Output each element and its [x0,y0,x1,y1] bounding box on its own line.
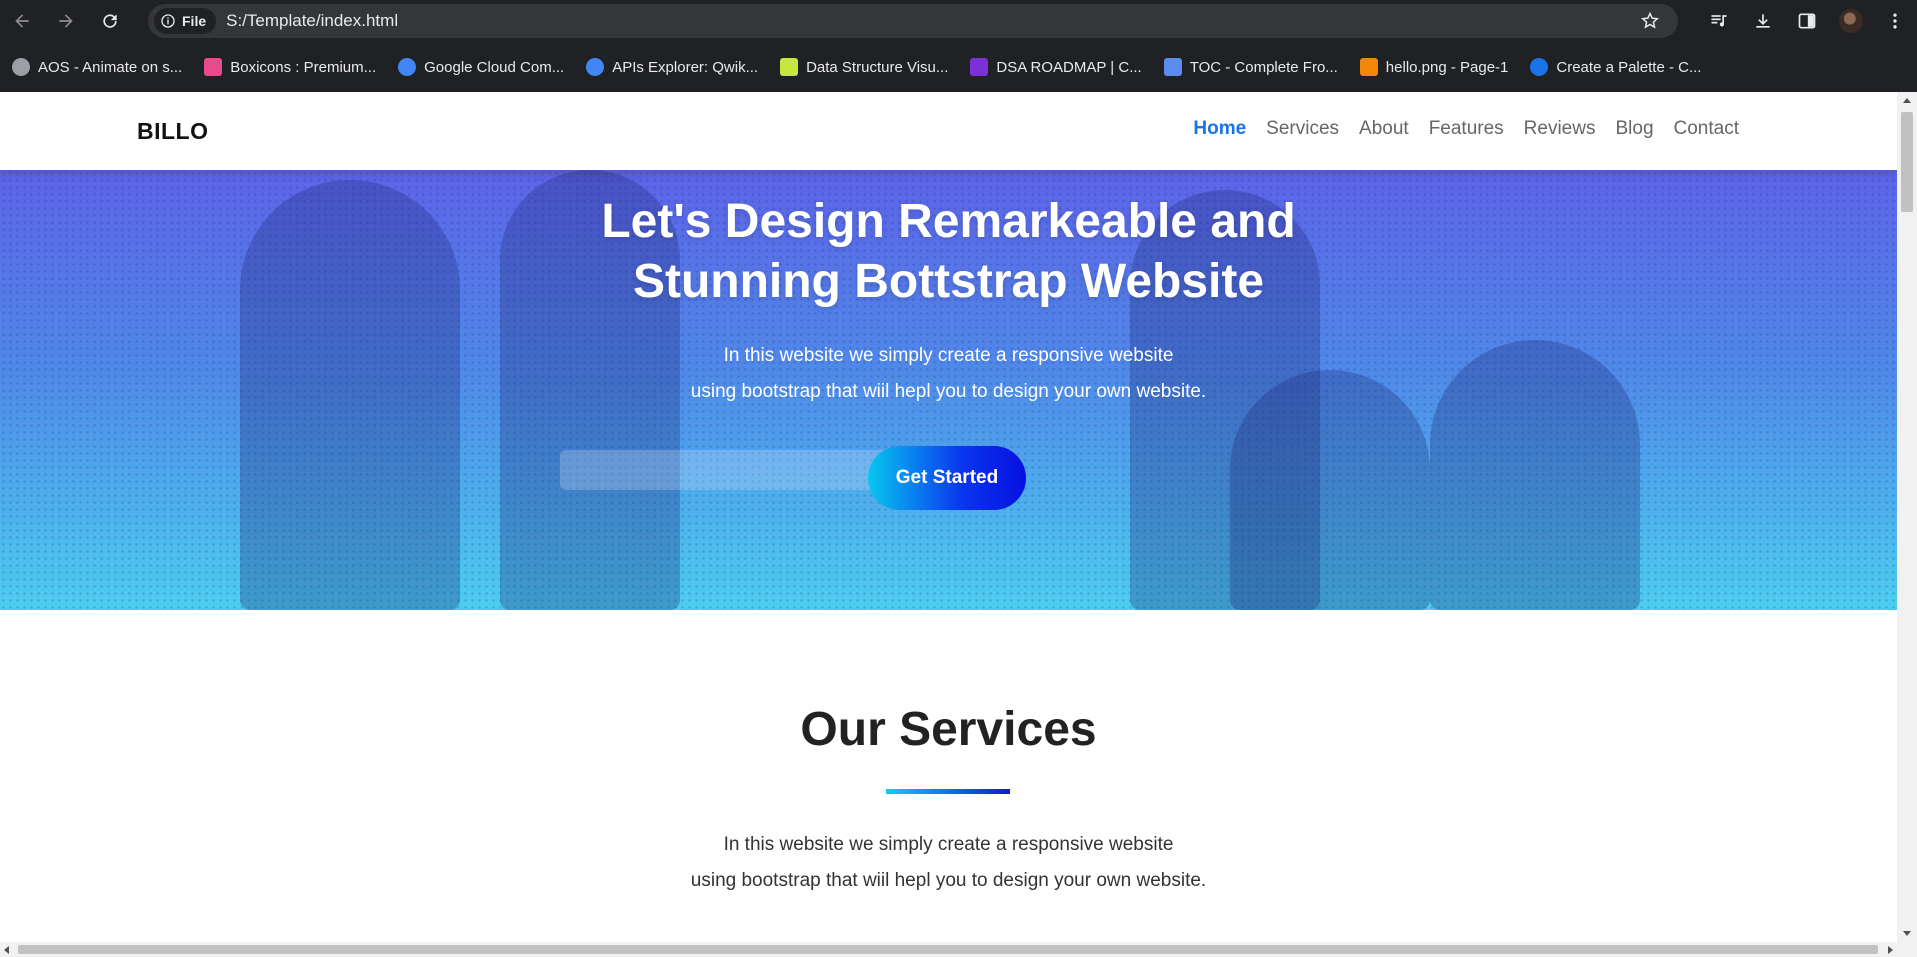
page-viewport: BILLO Home Services About Features Reviews Bl… [0,92,1897,942]
scroll-up-arrow-icon[interactable] [1903,98,1911,103]
get-started-button[interactable]: Get Started [868,446,1026,510]
vertical-scrollbar[interactable] [1897,92,1917,942]
site-info-chip[interactable]: File [154,8,217,34]
toc-icon [1163,58,1182,76]
hero-section: Let's Design Remarkeable and Stunning Bo… [0,170,1897,610]
hero-subtitle: In this website we simply create a respo… [0,338,1897,410]
services-subtitle-line: In this website we simply create a respo… [723,834,1174,855]
side-panel-icon [1798,13,1816,29]
hero-title: Let's Design Remarkeable and Stunning Bo… [0,192,1897,312]
hero-subtitle-line: using bootstrap that wiil hepl you to de… [690,381,1207,402]
hero-title-line: Stunning Bottstrap Website [632,255,1265,308]
nav-link-services[interactable]: Services [1266,118,1339,140]
nav-link-features[interactable]: Features [1429,118,1504,140]
address-bar[interactable]: File S:/Template/index.html [148,4,1678,38]
coolors-icon [1530,58,1549,76]
bookmark-label: DSA ROADMAP | C... [996,58,1142,76]
site-info-label: File [182,13,207,29]
site-navbar: BILLO Home Services About Features Reviews Bl… [0,92,1897,170]
bookmark-item[interactable]: AOS - Animate on s... [12,58,182,76]
scroll-right-arrow-icon[interactable] [1888,946,1893,954]
site-logo[interactable]: BILLO [137,118,209,145]
nav-link-contact[interactable]: Contact [1674,118,1739,140]
bookmarks-bar: AOS - Animate on s... Boxicons : Premium.… [0,42,1917,92]
menu-button[interactable] [1873,0,1917,42]
bookmark-item[interactable]: Create a Palette - C... [1530,58,1701,76]
bookmark-label: AOS - Animate on s... [38,58,183,76]
services-title: Our Services [800,703,1097,756]
drawio-icon [1359,58,1378,76]
playlist-music-icon [1711,15,1727,27]
boxicons-icon [204,58,223,76]
nav-link-blog[interactable]: Blog [1615,118,1653,140]
reload-button[interactable] [88,0,132,42]
nav-link-reviews[interactable]: Reviews [1524,118,1596,140]
bookmark-label: APIs Explorer: Qwik... [612,58,759,76]
google-cloud-icon [586,58,605,76]
site-menu: Home Services About Features Reviews Blog Cont… [1193,118,1739,140]
avatar [1839,9,1863,33]
url-text[interactable]: S:/Template/index.html [226,11,398,31]
services-divider [886,789,1010,794]
forward-button[interactable] [44,0,88,42]
kebab-menu-icon [1893,13,1897,29]
nav-link-about[interactable]: About [1359,118,1409,140]
horizontal-scroll-thumb[interactable] [18,945,1878,954]
arrow-right-icon [59,14,73,28]
vertical-scroll-thumb[interactable] [1901,112,1913,212]
hero-title-line: Let's Design Remarkeable and [601,195,1296,248]
info-icon [161,14,175,28]
bookmark-label: Google Cloud Com... [424,58,565,76]
bookmark-label: Data Structure Visu... [806,58,949,76]
bookmark-item[interactable]: hello.png - Page-1 [1359,58,1509,76]
google-cloud-icon [398,58,417,76]
scroll-down-arrow-icon[interactable] [1903,931,1911,936]
services-subtitle: In this website we simply create a respo… [0,827,1897,899]
downloads-button[interactable] [1741,0,1785,42]
download-icon [1756,14,1770,28]
horizontal-scrollbar[interactable] [0,942,1917,957]
browser-toolbar: File S:/Template/index.html [0,0,1917,42]
reload-icon [103,14,117,28]
usf-icon [780,58,799,76]
media-control-button[interactable] [1697,0,1741,42]
side-panel-button[interactable] [1785,0,1829,42]
bookmark-item[interactable]: TOC - Complete Fro... [1163,58,1338,76]
bookmark-label: hello.png - Page-1 [1385,58,1509,76]
hero-subtitle-line: In this website we simply create a respo… [723,345,1174,366]
profile-button[interactable] [1829,0,1873,42]
back-button[interactable] [0,0,44,42]
bookmark-star-icon[interactable] [1640,11,1660,31]
services-subtitle-line: using bootstrap that wiil hepl you to de… [690,870,1207,891]
globe-icon [12,58,30,76]
bookmark-label: Boxicons : Premium... [230,58,377,76]
arrow-left-icon [15,14,29,28]
bookmark-item[interactable]: Data Structure Visu... [780,58,948,76]
bookmark-label: TOC - Complete Fro... [1189,58,1338,76]
bookmark-item[interactable]: DSA ROADMAP | C... [970,58,1142,76]
bookmark-item[interactable]: APIs Explorer: Qwik... [586,58,758,76]
bookmark-item[interactable]: Boxicons : Premium... [204,58,376,76]
bookmark-label: Create a Palette - C... [1556,58,1702,76]
scroll-left-arrow-icon[interactable] [4,946,9,954]
roadmap-icon [970,58,989,76]
bookmark-item[interactable]: Google Cloud Com... [398,58,564,76]
nav-link-home[interactable]: Home [1193,118,1246,140]
